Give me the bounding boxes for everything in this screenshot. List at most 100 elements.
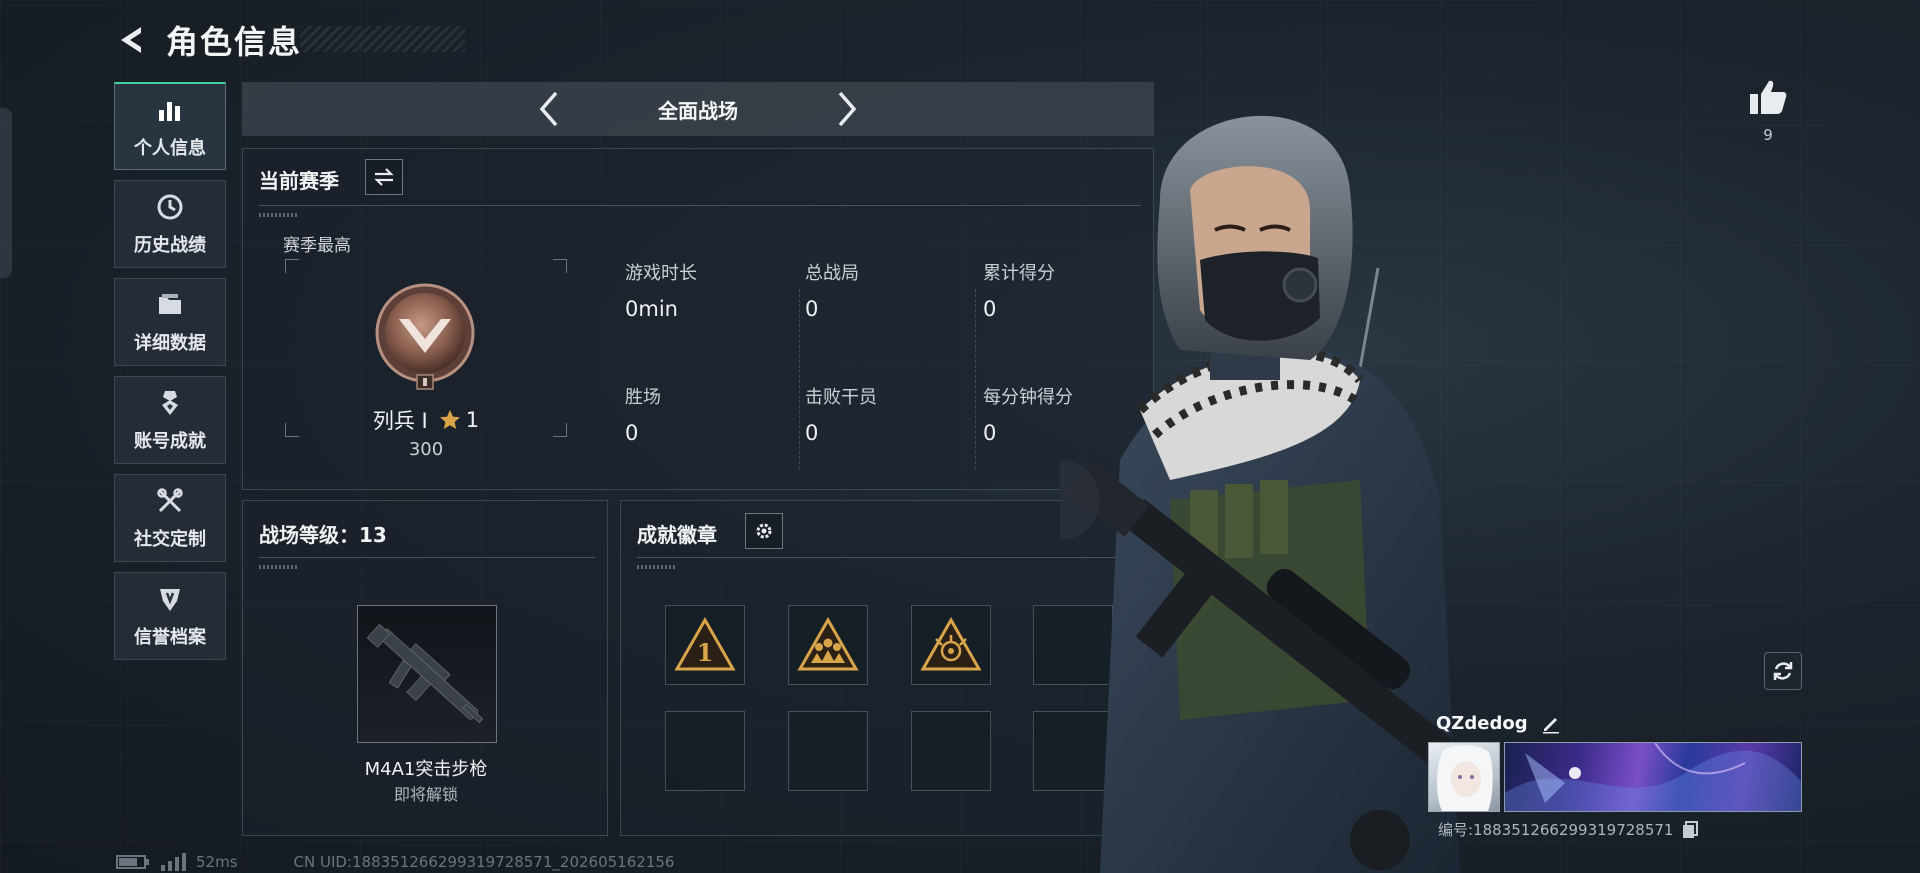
season-panel: 当前赛季 赛季最高 列兵 Ⅰ 1 300 游戏时长 0min 总战局 0 累计得…: [242, 148, 1154, 490]
badge-emblem-icon: [920, 617, 982, 671]
battery-icon: [116, 855, 149, 869]
divider-dash: [259, 565, 299, 569]
stat-label: 击败干员: [805, 387, 877, 408]
nav-label: 账号成就: [134, 431, 206, 452]
divider: [259, 205, 1141, 206]
stat-wins: 胜场 0: [625, 383, 661, 445]
badge-slot-rank-one[interactable]: 1: [665, 605, 745, 685]
stat-label: 游戏时长: [625, 263, 697, 284]
bar-chart-icon: [154, 94, 186, 126]
weapon-name: M4A1突击步枪: [364, 759, 488, 780]
rank-name-row: 列兵 Ⅰ 1: [285, 405, 567, 435]
refresh-icon: [1773, 662, 1793, 680]
nav-item-detailed-data[interactable]: 详细数据: [114, 278, 226, 366]
folder-icon: [154, 289, 186, 321]
player-name-row: QZdedog: [1436, 712, 1562, 734]
weapon-status: 即将解锁: [393, 785, 458, 804]
svg-text:1: 1: [697, 638, 714, 667]
uid-text: CN UID:188351266299319728571_20260516215…: [293, 853, 675, 871]
stat-value: 0min: [625, 297, 678, 321]
signal-icon: [161, 853, 186, 871]
season-panel-title: 当前赛季: [259, 169, 339, 193]
stat-value: 0: [625, 421, 639, 445]
divider-dash: [259, 213, 299, 217]
ping-value: 52ms: [196, 853, 238, 871]
copy-icon[interactable]: [1681, 820, 1699, 839]
rifle-icon: [366, 623, 484, 724]
stats-column-divider: [799, 289, 800, 469]
badge-rank-one-icon: 1: [674, 617, 736, 671]
stat-total-matches: 总战局 0: [805, 259, 859, 321]
stat-kills: 击败干员 0: [805, 383, 877, 445]
stat-total-score: 累计得分 0: [983, 259, 1055, 321]
nav-label: 社交定制: [134, 529, 206, 550]
nav-item-history[interactable]: 历史战绩: [114, 180, 226, 268]
title-decoration: [300, 26, 465, 52]
nav-item-achievements[interactable]: 账号成就: [114, 376, 226, 464]
back-arrow-icon: [121, 27, 141, 53]
stats-column-divider: [975, 289, 976, 469]
profile-banner[interactable]: [1504, 742, 1802, 812]
divider: [259, 557, 595, 558]
nav-label: 历史战绩: [134, 235, 206, 256]
status-bar: 52ms CN UID:188351266299319728571_202605…: [116, 852, 674, 872]
rank-name: 列兵 Ⅰ: [372, 409, 428, 433]
rank-score: 300: [408, 439, 444, 460]
season-switch-button[interactable]: [365, 159, 403, 195]
edit-pencil-icon[interactable]: [1540, 712, 1562, 734]
mode-title: 全面战场: [658, 98, 738, 123]
stat-label: 总战局: [805, 263, 859, 284]
stat-playtime: 游戏时长 0min: [625, 259, 697, 321]
badge-slot-emblem[interactable]: [911, 605, 991, 685]
avatar[interactable]: [1428, 742, 1500, 812]
player-id: 编号:1883512662993197​28571: [1438, 821, 1674, 839]
nav-item-social-custom[interactable]: 社交定制: [114, 474, 226, 562]
back-button[interactable]: [112, 20, 152, 60]
battlefield-level-title: 战场等级：13: [259, 523, 387, 547]
thumbs-up-icon: [1750, 80, 1787, 114]
badge-slot-empty[interactable]: [665, 711, 745, 791]
stat-value: 0: [805, 297, 819, 321]
nav-label: 信誉档案: [134, 627, 206, 648]
page-title: 角色信息: [166, 23, 303, 61]
like-count: 9: [1763, 126, 1773, 144]
badges-settings-button[interactable]: [745, 513, 783, 549]
like-button[interactable]: [1746, 78, 1790, 120]
badge-squad-icon: [797, 617, 859, 671]
chevron-left-icon: [539, 91, 558, 127]
badge-slot-empty[interactable]: [911, 711, 991, 791]
gear-icon: [756, 523, 772, 539]
rank-insignia-icon: [371, 281, 479, 393]
sidebar-nav: 个人信息 历史战绩 详细数据 账号成就 社交定制 信誉档案: [114, 82, 226, 670]
nav-item-credit-record[interactable]: 信誉档案: [114, 572, 226, 660]
season-best-label: 赛季最高: [283, 236, 351, 256]
player-id-row: 编号:1883512662993197​28571: [1438, 819, 1699, 840]
page-header: 角色信息: [112, 18, 302, 62]
divider-dash: [637, 565, 677, 569]
stat-value: 0: [983, 297, 997, 321]
rotate-view-button[interactable]: [1764, 652, 1802, 690]
badge-slot-empty[interactable]: [788, 711, 868, 791]
wrench-tools-icon: [154, 485, 186, 517]
badge-slot-squad[interactable]: [788, 605, 868, 685]
mode-next-button[interactable]: [828, 90, 866, 128]
like-area: 9: [1746, 78, 1790, 144]
nav-item-personal-info[interactable]: 个人信息: [114, 82, 226, 170]
history-clock-icon: [154, 191, 186, 223]
rank-stars: 1: [465, 408, 480, 432]
stat-value: 0: [805, 421, 819, 445]
swap-arrows-icon: [374, 168, 394, 186]
edge-handle[interactable]: [0, 108, 12, 278]
chevron-right-icon: [838, 91, 857, 127]
credit-shield-icon: [154, 583, 186, 615]
achievement-medal-icon: [154, 387, 186, 419]
weapon-preview[interactable]: [357, 605, 497, 743]
nav-label: 个人信息: [134, 137, 206, 159]
stat-label: 累计得分: [983, 263, 1055, 284]
mode-prev-button[interactable]: [530, 90, 568, 128]
battlefield-level-panel: 战场等级：13 M4A1突击步枪 即将解锁: [242, 500, 608, 836]
star-icon: [439, 410, 460, 429]
player-name: QZdedog: [1436, 712, 1528, 734]
stat-label: 胜场: [625, 387, 661, 408]
badges-title: 成就徽章: [637, 523, 717, 547]
